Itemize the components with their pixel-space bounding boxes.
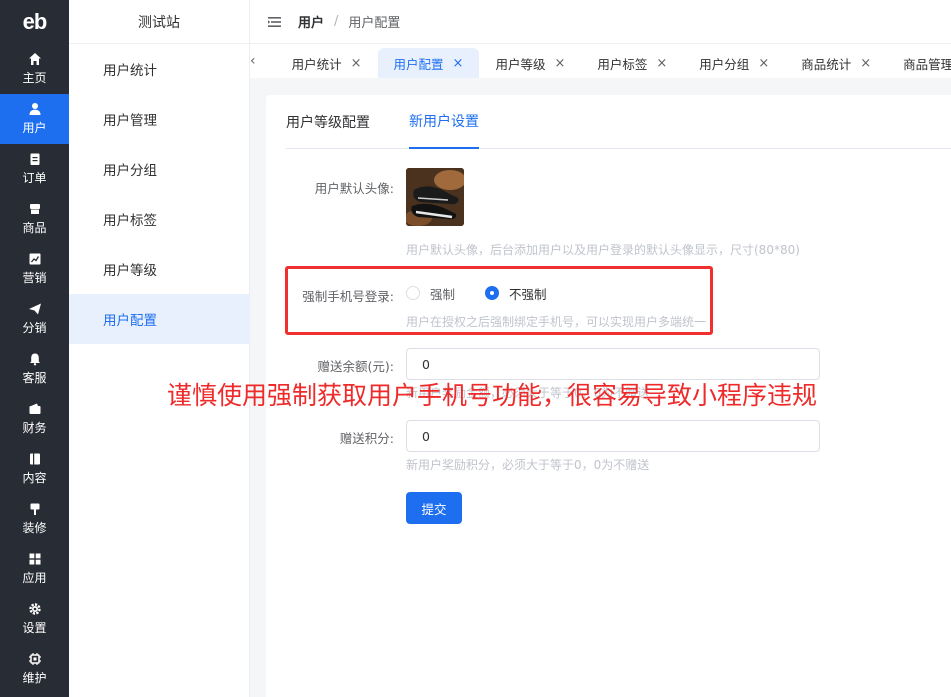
site-title: 测试站 xyxy=(69,0,249,44)
submenu-item-user-group[interactable]: 用户分组 xyxy=(69,144,249,194)
submenu-item-user-manage[interactable]: 用户管理 xyxy=(69,94,249,144)
rail-item-label: 财务 xyxy=(22,421,47,435)
rail-item-label: 维护 xyxy=(22,671,47,685)
rail-item-label: 内容 xyxy=(22,471,47,485)
points-input[interactable]: 0 xyxy=(406,420,820,452)
gear-icon xyxy=(28,603,41,615)
rail-item-label: 分销 xyxy=(22,321,47,335)
rail-item-label: 客服 xyxy=(22,371,47,385)
balance-label: 赠送余额(元): xyxy=(317,359,394,374)
logo-text: eb xyxy=(22,9,48,34)
tab-new-user-settings[interactable]: 新用户设置 xyxy=(409,95,479,149)
rail-item-decoration[interactable]: 装修 xyxy=(0,494,69,544)
annotation-warning-text: 谨慎使用强制获取用户手机号功能，很容易导致小程序违规 xyxy=(167,381,818,410)
tab-user-tag[interactable]: 用户标签 × xyxy=(581,48,683,78)
submenu-item-user-tag[interactable]: 用户标签 xyxy=(69,194,249,244)
rail-item-order[interactable]: 订单 xyxy=(0,144,69,194)
grid-icon xyxy=(29,553,40,565)
submenu-item-user-config[interactable]: 用户配置 xyxy=(69,294,249,344)
config-tabs: 用户等级配置 新用户设置 xyxy=(286,95,951,149)
tab-label: 商品管理 xyxy=(903,56,951,72)
breadcrumb-current: 用户配置 xyxy=(348,16,401,31)
tab-label: 用户统计 xyxy=(291,56,342,72)
rail-item-distribution[interactable]: 分销 xyxy=(0,294,69,344)
rail-item-apps[interactable]: 应用 xyxy=(0,544,69,594)
brush-icon xyxy=(30,503,39,515)
tab-product-manage[interactable]: 商品管理 xyxy=(887,48,951,78)
annotation-highlight-box xyxy=(285,266,713,335)
close-icon[interactable]: × xyxy=(656,56,667,71)
send-icon xyxy=(28,303,41,315)
main-rail: eb 主页 用户 订单 商品 营销 分销 客服 财务 内容 装修 应用 设置 维… xyxy=(0,0,69,697)
book-icon xyxy=(29,453,40,465)
points-label: 赠送积分: xyxy=(339,431,394,446)
box-icon xyxy=(29,204,40,214)
submenu-item-user-level[interactable]: 用户等级 xyxy=(69,244,249,294)
logo[interactable]: eb xyxy=(0,0,69,44)
open-tabs: 用户统计 × 用户配置 × 用户等级 × 用户标签 × 用户分组 × 商品统计 × 商品管理 xyxy=(276,44,951,78)
rail-item-maintenance[interactable]: 维护 xyxy=(0,644,69,694)
rail-item-label: 订单 xyxy=(22,171,47,185)
close-icon[interactable]: × xyxy=(554,56,565,71)
rail-item-finance[interactable]: 财务 xyxy=(0,394,69,444)
user-icon xyxy=(29,103,40,115)
tab-label: 商品统计 xyxy=(801,56,852,72)
tab-level-config[interactable]: 用户等级配置 xyxy=(286,95,370,149)
tab-scroll-left-icon[interactable]: ‹ xyxy=(250,44,256,78)
wallet-icon xyxy=(29,403,40,414)
rail-item-label: 营销 xyxy=(22,271,47,285)
rail-item-content[interactable]: 内容 xyxy=(0,444,69,494)
clipboard-icon xyxy=(30,153,39,165)
close-icon[interactable]: × xyxy=(860,56,871,71)
rail-item-label: 设置 xyxy=(22,621,47,635)
rail-item-product[interactable]: 商品 xyxy=(0,194,69,244)
rail-item-label: 应用 xyxy=(22,571,47,585)
avatar-label: 用户默认头像: xyxy=(314,181,394,196)
tab-user-stats[interactable]: 用户统计 × xyxy=(276,48,378,78)
avatar-hint: 用户默认头像，后台添加用户以及用户登录的默认头像显示，尺寸(80*80) xyxy=(406,243,800,257)
tab-product-stats[interactable]: 商品统计 × xyxy=(785,48,887,78)
tab-user-level[interactable]: 用户等级 × xyxy=(479,48,581,78)
submenu: 测试站 用户统计 用户管理 用户分组 用户标签 用户等级 用户配置 xyxy=(69,0,250,697)
points-hint: 新用户奖励积分，必须大于等于0，0为不赠送 xyxy=(406,458,650,472)
tab-bar: ‹ 用户统计 × 用户配置 × 用户等级 × 用户标签 × 用户分组 × 商品统计 × 商品… xyxy=(250,44,951,78)
rail-item-marketing[interactable]: 营销 xyxy=(0,244,69,294)
breadcrumb-root[interactable]: 用户 xyxy=(298,12,324,31)
top-header: 用户 / 用户配置 xyxy=(250,0,951,44)
tab-label: 用户分组 xyxy=(699,56,750,72)
tab-user-config[interactable]: 用户配置 × xyxy=(377,48,480,78)
bell-icon xyxy=(29,353,40,366)
close-icon[interactable]: × xyxy=(351,56,362,71)
rail-item-user[interactable]: 用户 xyxy=(0,94,69,144)
home-icon xyxy=(28,53,41,65)
tab-label: 用户标签 xyxy=(597,56,648,72)
shoe-image-icon xyxy=(406,168,464,226)
rail-item-label: 装修 xyxy=(22,521,47,535)
rail-item-label: 商品 xyxy=(22,221,47,235)
menu-toggle-icon[interactable] xyxy=(268,16,281,27)
breadcrumb-separator: / xyxy=(334,14,339,29)
rail-item-label: 主页 xyxy=(22,71,47,85)
close-icon[interactable]: × xyxy=(758,56,769,71)
close-icon[interactable]: × xyxy=(453,56,464,71)
rail-item-label: 用户 xyxy=(22,121,47,135)
submit-button[interactable]: 提交 xyxy=(406,492,462,524)
tab-label: 用户配置 xyxy=(393,56,444,72)
default-avatar-image[interactable] xyxy=(406,168,464,226)
rail-item-service[interactable]: 客服 xyxy=(0,344,69,394)
chart-icon xyxy=(29,253,40,265)
rail-item-settings[interactable]: 设置 xyxy=(0,594,69,644)
tab-label: 用户等级 xyxy=(495,56,546,72)
rail-item-home[interactable]: 主页 xyxy=(0,44,69,94)
tab-user-group[interactable]: 用户分组 × xyxy=(683,48,785,78)
submenu-item-user-stats[interactable]: 用户统计 xyxy=(69,44,249,94)
chip-icon xyxy=(28,653,41,665)
